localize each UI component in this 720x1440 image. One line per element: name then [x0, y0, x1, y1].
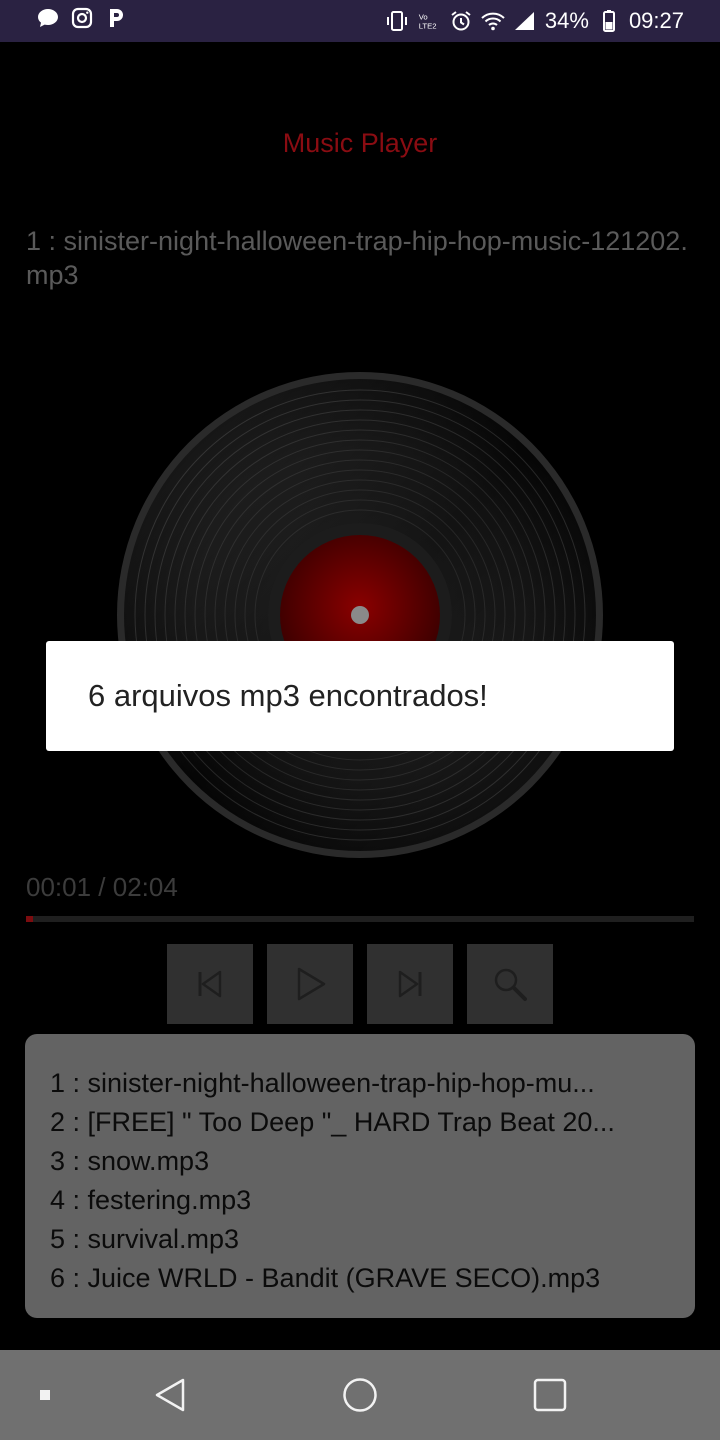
battery-icon — [602, 10, 615, 32]
playlist-item[interactable]: 6 : Juice WRLD - Bandit (GRAVE SECO).mp3 — [50, 1259, 695, 1298]
progress-fill — [26, 916, 33, 922]
time-display: 00:01 / 02:04 — [26, 872, 178, 902]
status-bar: Vo LTE2 34% 09:27 — [0, 0, 720, 42]
playback-controls — [167, 944, 553, 1024]
nav-menu-button[interactable] — [30, 1350, 60, 1440]
playlist: 1 : sinister-night-halloween-trap-hip-ho… — [25, 1034, 695, 1318]
system-icons: Vo LTE2 34% 09:27 — [385, 6, 684, 36]
playlist-item[interactable]: 1 : sinister-night-halloween-trap-hip-ho… — [50, 1064, 695, 1103]
wifi-icon — [481, 12, 505, 31]
search-button[interactable] — [467, 944, 553, 1024]
vibrate-icon — [386, 11, 407, 31]
previous-button[interactable] — [167, 944, 253, 1024]
signal-icon — [514, 12, 534, 30]
clock: 09:27 — [628, 8, 684, 33]
playlist-item[interactable]: 2 : [FREE] " Too Deep "_ HARD Trap Beat … — [50, 1103, 695, 1142]
next-button[interactable] — [367, 944, 453, 1024]
toast-text: 6 arquivos mp3 encontrados! — [88, 678, 488, 713]
svg-text:LTE2: LTE2 — [419, 22, 437, 31]
chat-icon — [38, 9, 58, 27]
app-title: Music Player — [282, 128, 438, 158]
playlist-item[interactable]: 4 : festering.mp3 — [50, 1181, 695, 1220]
notification-icons — [36, 6, 128, 30]
now-playing-title: 1 : sinister-night-halloween-trap-hip-ho… — [26, 226, 688, 290]
play-button[interactable] — [267, 944, 353, 1024]
play-icon — [297, 967, 326, 1001]
svg-text:Vo: Vo — [419, 12, 428, 21]
playlist-item[interactable]: 3 : snow.mp3 — [50, 1142, 695, 1181]
home-button[interactable] — [330, 1350, 390, 1440]
recents-icon — [533, 1378, 567, 1412]
volte-icon: Vo LTE2 — [419, 12, 437, 31]
playlist-item[interactable]: 5 : survival.mp3 — [50, 1220, 695, 1259]
square-dot-icon — [40, 1390, 50, 1400]
skip-next-icon — [398, 970, 422, 998]
skip-previous-icon — [198, 970, 222, 998]
recents-button[interactable] — [520, 1350, 580, 1440]
progress-bar[interactable] — [26, 916, 694, 922]
navigation-bar — [0, 1350, 720, 1440]
vinyl-record-icon — [117, 372, 603, 858]
search-icon — [494, 968, 527, 1001]
back-icon — [155, 1378, 185, 1412]
alarm-icon — [451, 11, 471, 31]
battery-percent: 34% — [544, 8, 589, 33]
instagram-icon — [71, 7, 93, 29]
back-button[interactable] — [140, 1350, 200, 1440]
pandora-icon — [110, 9, 123, 27]
home-icon — [343, 1378, 377, 1412]
toast-message: 6 arquivos mp3 encontrados! — [46, 641, 674, 751]
